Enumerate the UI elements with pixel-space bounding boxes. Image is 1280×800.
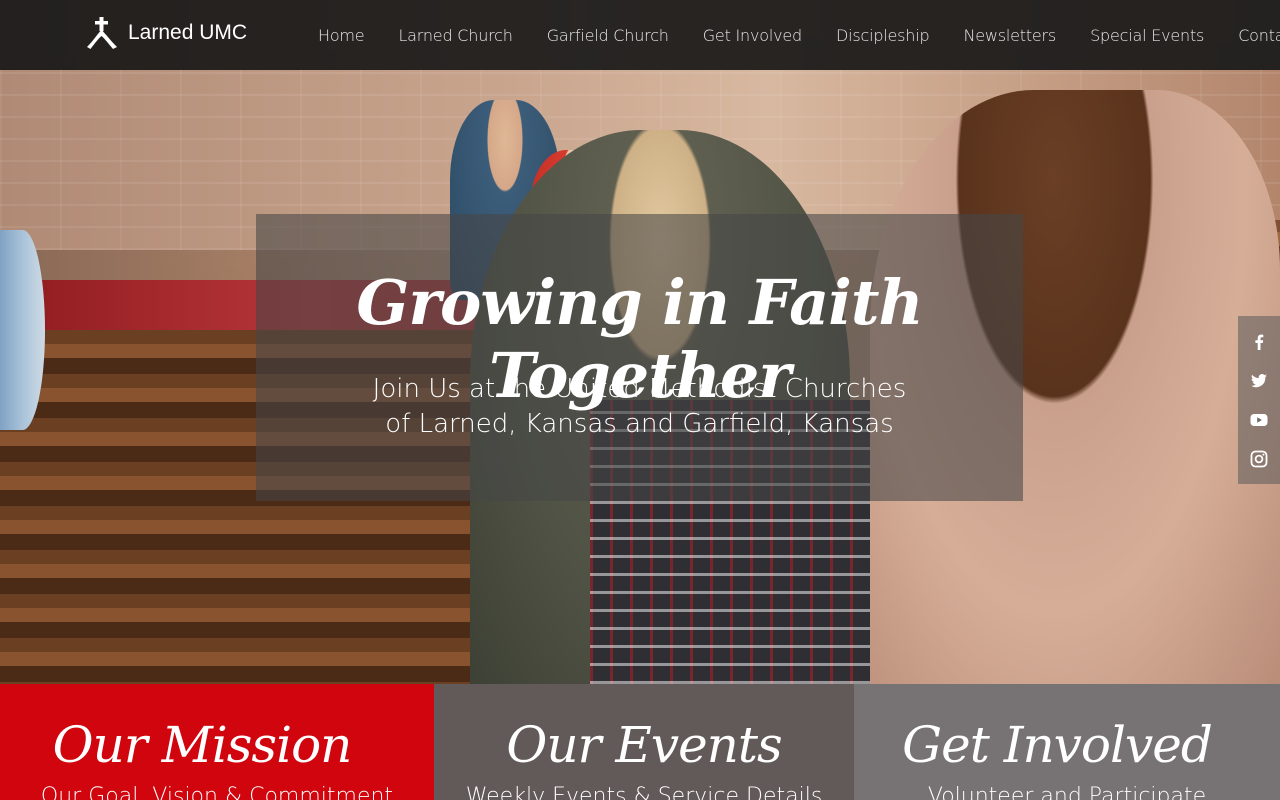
nav-item-special-events[interactable]: Special Events xyxy=(1073,26,1221,45)
nav-item-newsletters[interactable]: Newsletters xyxy=(946,26,1073,45)
tile-title: Our Events xyxy=(506,716,782,774)
instagram-icon[interactable] xyxy=(1249,449,1269,469)
nav-item-larned-church[interactable]: Larned Church xyxy=(381,26,529,45)
logo-link[interactable]: Larned UMC xyxy=(86,16,247,50)
tile-get-involved[interactable]: Get Involved Volunteer and Participate xyxy=(854,684,1280,800)
tile-subtitle: Our Goal, Vision & Commitment xyxy=(40,784,394,800)
tile-subtitle: Volunteer and Participate xyxy=(927,784,1207,800)
facebook-icon[interactable] xyxy=(1249,332,1269,352)
tile-our-mission[interactable]: Our Mission Our Goal, Vision & Commitmen… xyxy=(0,684,434,800)
tile-subtitle: Weekly Events & Service Details xyxy=(465,784,823,800)
tile-title: Get Involved xyxy=(902,716,1213,774)
site-header: Larned UMC Home Larned Church Garfield C… xyxy=(0,0,1280,70)
main-nav: Home Larned Church Garfield Church Get I… xyxy=(301,0,1280,70)
twitter-icon[interactable] xyxy=(1249,371,1269,391)
site-title: Larned UMC xyxy=(128,21,248,44)
social-bar xyxy=(1238,316,1280,484)
nav-item-home[interactable]: Home xyxy=(301,26,381,45)
person-left-edge xyxy=(0,230,45,430)
cross-flame-icon xyxy=(86,16,118,50)
nav-item-get-involved[interactable]: Get Involved xyxy=(686,26,819,45)
hero-subheading-line-1: Join Us at the United Methodist Churches xyxy=(372,374,907,404)
nav-item-garfield-church[interactable]: Garfield Church xyxy=(530,26,686,45)
nav-item-discipleship[interactable]: Discipleship xyxy=(819,26,946,45)
hero-subheading-line-2: of Larned, Kansas and Garfield, Kansas xyxy=(385,409,894,439)
hero-subheading: Join Us at the United Methodist Churches… xyxy=(256,372,1023,442)
nav-item-contact[interactable]: Contact xyxy=(1221,26,1280,45)
tile-title: Our Mission xyxy=(52,716,353,774)
youtube-icon[interactable] xyxy=(1249,410,1269,430)
hero-text-box: Growing in Faith Together Join Us at the… xyxy=(256,214,1023,501)
tile-our-events[interactable]: Our Events Weekly Events & Service Detai… xyxy=(434,684,854,800)
